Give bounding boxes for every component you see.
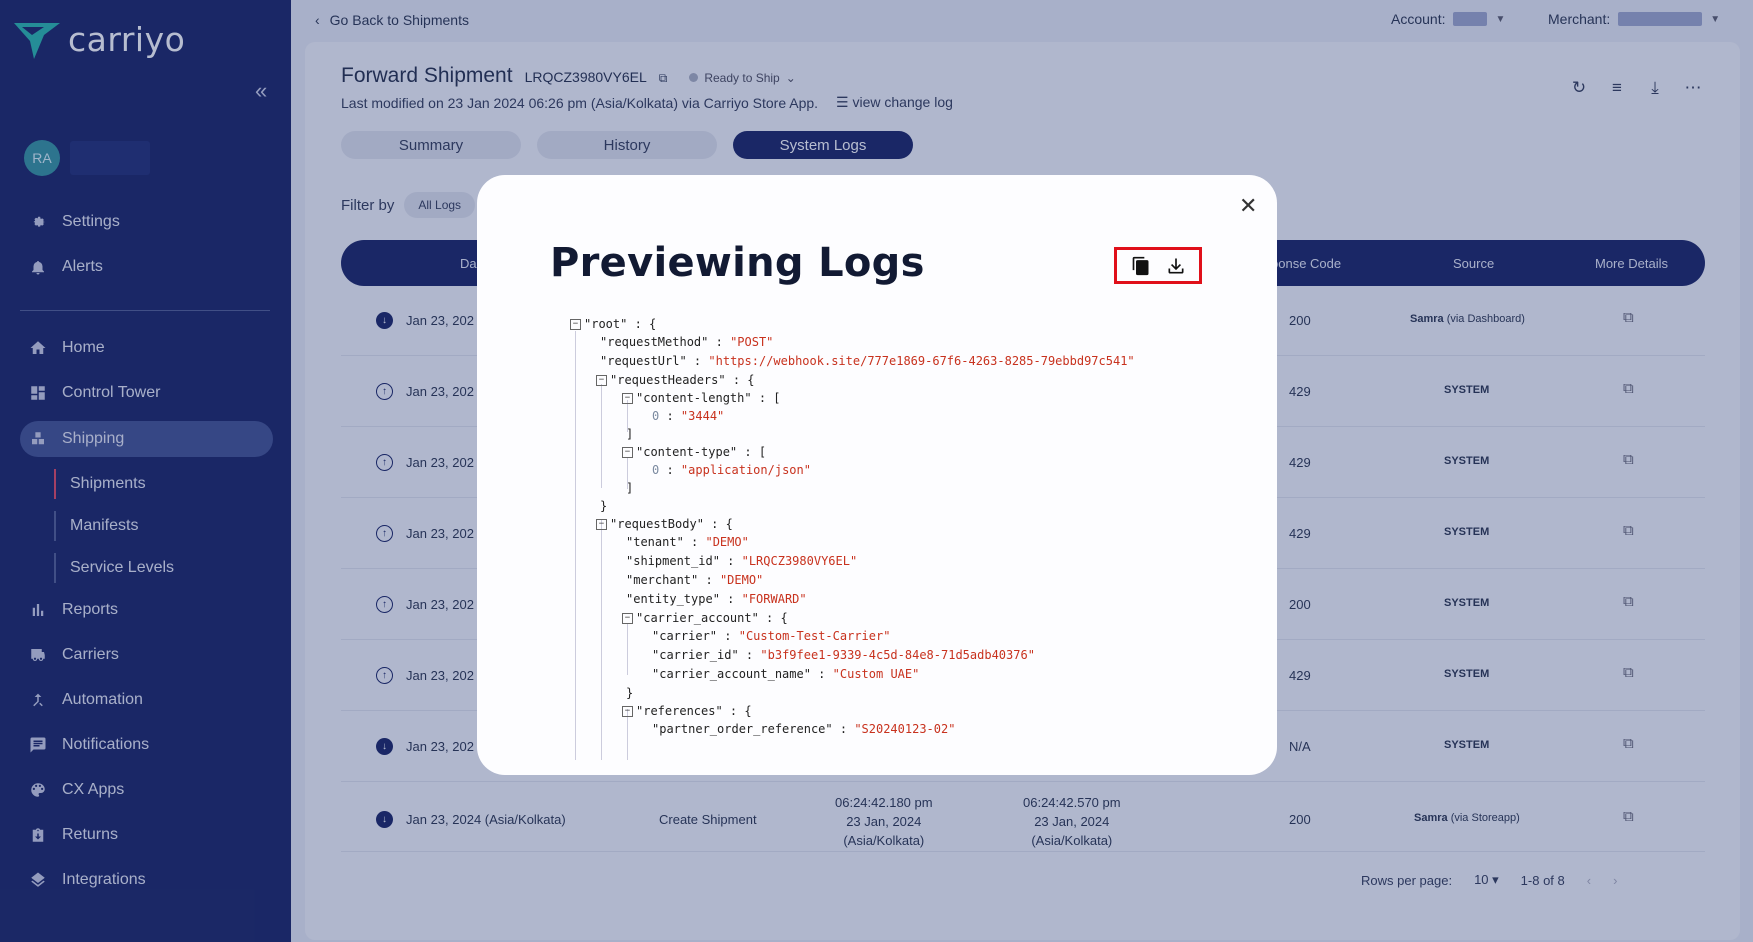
json-line: 0 : "application/json" bbox=[652, 463, 811, 477]
json-line: "merchant" : "DEMO" bbox=[626, 573, 764, 587]
json-string-value: "DEMO" bbox=[719, 573, 764, 587]
json-line: "carrier_id" : "b3f9fee1-9339-4c5d-84e8-… bbox=[652, 648, 1035, 662]
json-key: "tenant" bbox=[626, 535, 684, 549]
json-key: "requestMethod" bbox=[600, 335, 709, 349]
json-line: "carrier" : "Custom-Test-Carrier" bbox=[652, 629, 891, 643]
json-key: "content-length" bbox=[636, 391, 752, 405]
json-key: "entity_type" bbox=[626, 592, 720, 606]
json-line: } bbox=[626, 686, 634, 700]
json-key: "requestHeaders" bbox=[610, 373, 726, 387]
json-line: 0 : "3444" bbox=[652, 409, 725, 423]
preview-logs-modal: ✕ Previewing Logs − "root" : { "requestMe… bbox=[477, 175, 1277, 775]
json-string-value: "S20240123-02" bbox=[854, 722, 956, 736]
json-line: "requestMethod" : "POST" bbox=[600, 335, 774, 349]
collapse-toggle-icon[interactable]: − bbox=[570, 319, 581, 330]
json-key: "carrier_account" bbox=[636, 611, 759, 625]
json-line: "shipment_id" : "LRQCZ3980VY6EL" bbox=[626, 554, 858, 568]
copy-logs-icon[interactable] bbox=[1131, 256, 1151, 276]
collapse-toggle-icon[interactable]: − bbox=[596, 375, 607, 386]
json-string-value: "POST" bbox=[730, 335, 774, 349]
json-key: "root" bbox=[584, 317, 628, 331]
collapse-toggle-icon[interactable]: − bbox=[622, 393, 633, 404]
json-line: − "requestHeaders" : { bbox=[570, 371, 1260, 389]
json-key: "requestBody" bbox=[610, 517, 704, 531]
json-line: "requestUrl" : "https://webhook.site/777… bbox=[600, 354, 1135, 368]
json-key: "references" bbox=[636, 704, 723, 718]
json-line: "partner_order_reference" : "S20240123-0… bbox=[652, 722, 956, 736]
json-line: ] bbox=[626, 481, 634, 495]
json-viewer: − "root" : { "requestMethod" : "POST" "re… bbox=[570, 315, 1260, 760]
json-line: − "content-length" : [ bbox=[570, 389, 1260, 407]
collapse-toggle-icon[interactable]: − bbox=[622, 613, 633, 624]
json-line: − "requestBody" : { bbox=[570, 515, 1260, 533]
log-tools bbox=[1114, 247, 1202, 284]
json-line: − "references" : { bbox=[570, 702, 1260, 720]
json-string-value: "Custom-Test-Carrier" bbox=[738, 629, 891, 643]
json-line: − "content-type" : [ bbox=[570, 443, 1260, 461]
collapse-toggle-icon[interactable]: − bbox=[596, 519, 607, 530]
json-index: 0 bbox=[652, 409, 660, 423]
close-icon[interactable]: ✕ bbox=[1239, 193, 1257, 219]
json-line: − "carrier_account" : { bbox=[570, 609, 1260, 627]
json-line: "carrier_account_name" : "Custom UAE" bbox=[652, 667, 920, 681]
json-key: "carrier" bbox=[652, 629, 718, 643]
json-key: "carrier_account_name" bbox=[652, 667, 811, 681]
modal-title: Previewing Logs bbox=[550, 240, 925, 286]
json-line: − "root" : { bbox=[570, 315, 1260, 333]
json-string-value: "application/json" bbox=[680, 463, 811, 477]
json-string-value: "3444" bbox=[680, 409, 725, 423]
json-key: "requestUrl" bbox=[600, 354, 687, 368]
json-key: "partner_order_reference" bbox=[652, 722, 833, 736]
json-line: ] bbox=[626, 427, 634, 441]
collapse-toggle-icon[interactable]: − bbox=[622, 706, 633, 717]
json-key: "carrier_id" bbox=[652, 648, 739, 662]
json-line: "tenant" : "DEMO" bbox=[626, 535, 749, 549]
json-string-value: "FORWARD" bbox=[741, 592, 807, 606]
json-string-value: "https://webhook.site/777e1869-67f6-4263… bbox=[708, 354, 1135, 368]
json-key: "merchant" bbox=[626, 573, 699, 587]
json-key: "shipment_id" bbox=[626, 554, 720, 568]
download-logs-icon[interactable] bbox=[1166, 256, 1186, 276]
json-string-value: "LRQCZ3980VY6EL" bbox=[741, 554, 858, 568]
json-index: 0 bbox=[652, 463, 660, 477]
json-string-value: "Custom UAE" bbox=[832, 667, 920, 681]
json-line: } bbox=[600, 499, 608, 513]
json-string-value: "DEMO" bbox=[705, 535, 749, 549]
json-string-value: "b3f9fee1-9339-4c5d-84e8-71d5adb40376" bbox=[760, 648, 1035, 662]
json-line: "entity_type" : "FORWARD" bbox=[626, 592, 807, 606]
json-key: "content-type" bbox=[636, 445, 738, 459]
collapse-toggle-icon[interactable]: − bbox=[622, 447, 633, 458]
